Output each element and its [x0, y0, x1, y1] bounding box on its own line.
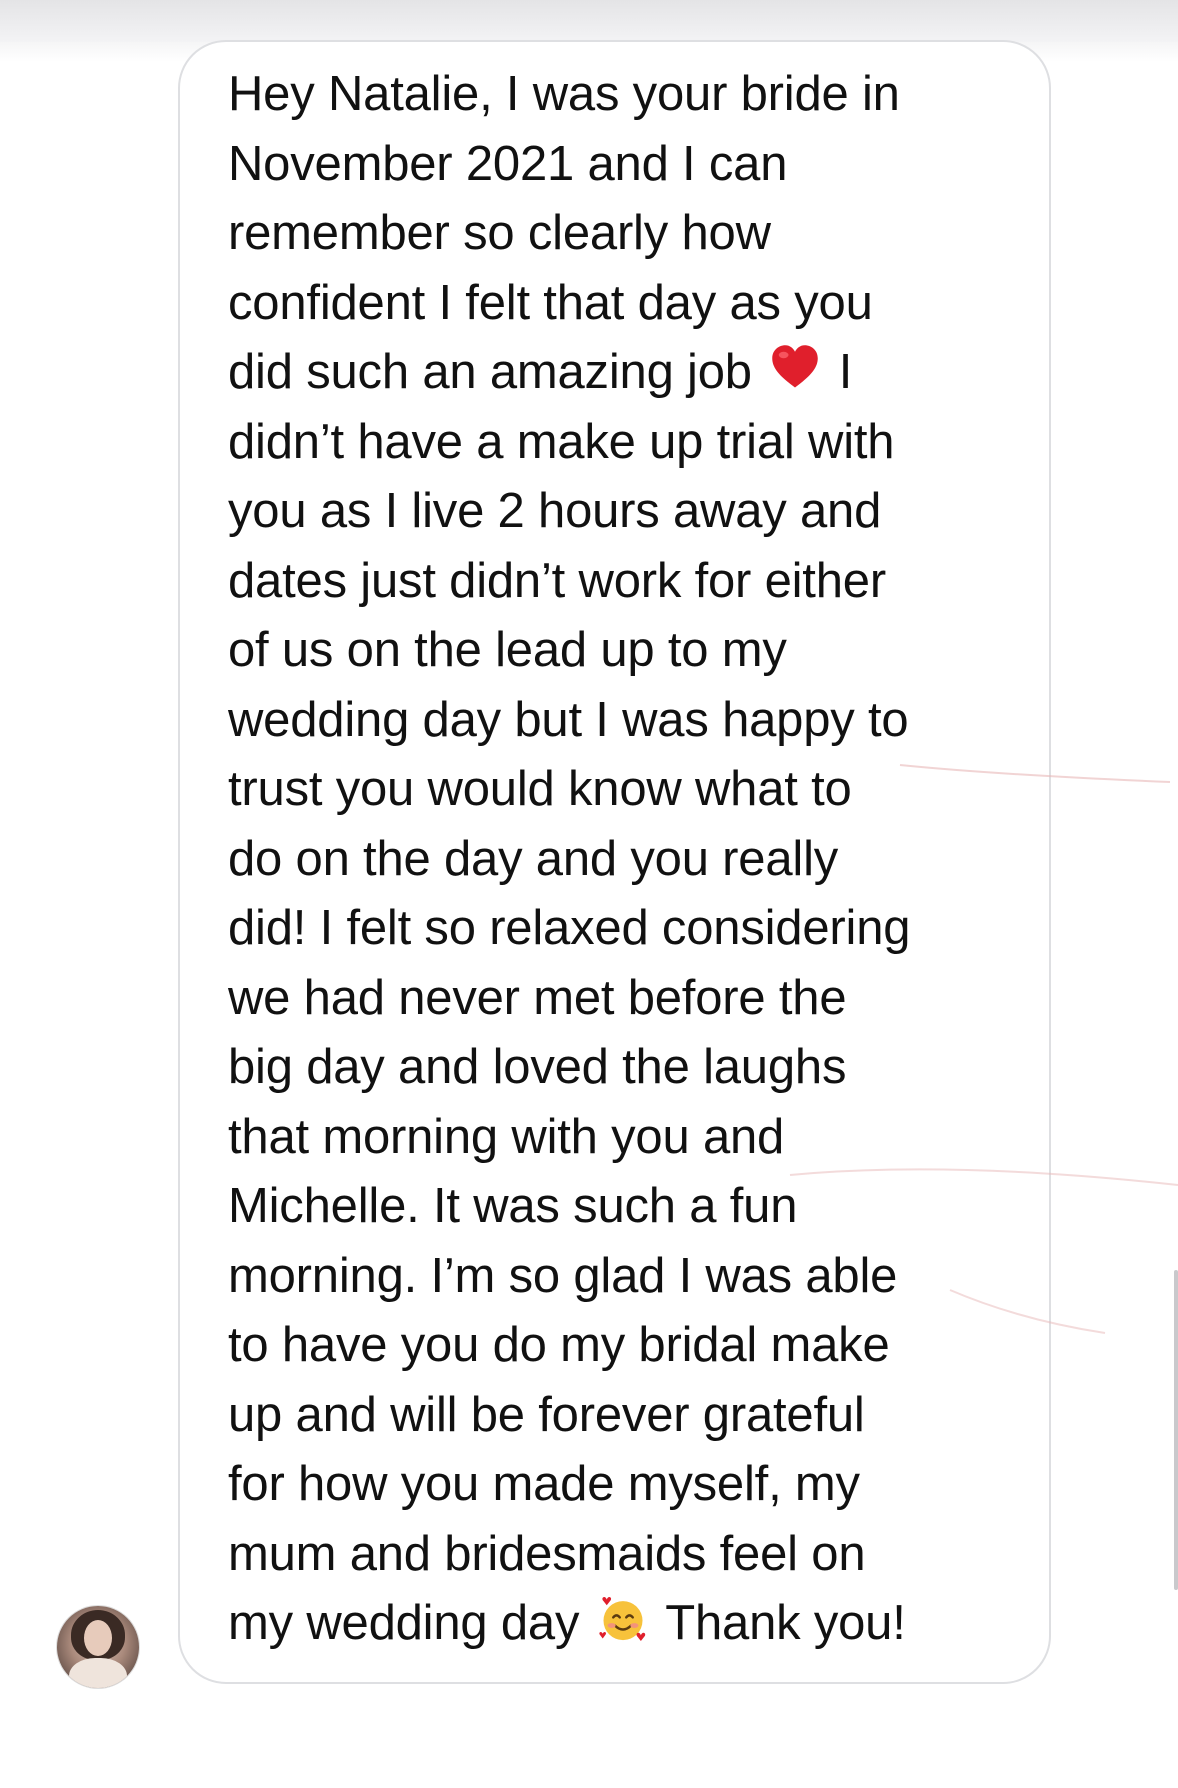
message-line: do on the day and you really	[228, 831, 839, 886]
message-line: Hey Natalie, I was your bride in	[228, 67, 900, 121]
message-line: November 2021 and I can	[228, 136, 788, 191]
message-line: confident I felt that day as you	[228, 275, 873, 330]
red-heart-icon	[772, 345, 819, 388]
message-line: dates just didn’t work for either	[228, 553, 886, 608]
smiling-face-with-hearts-icon	[599, 1597, 645, 1641]
message-line-with-heart: did such an amazing job I	[228, 338, 1028, 408]
message-text: Hey Natalie, I was your bride in Novembe…	[228, 60, 1028, 1659]
message-line-with-smile: my wedding day Thank you!	[228, 1589, 1028, 1659]
message-line: I	[838, 345, 853, 399]
message-line: mum and bridesmaids feel on	[228, 1526, 866, 1581]
message-line: my wedding day	[228, 1596, 580, 1650]
message-line: big day and loved the laughs	[228, 1040, 847, 1094]
message-line: wedding day but I was happy to	[228, 692, 909, 747]
top-bar	[0, 0, 1178, 42]
message-line: you as I live 2 hours away and	[228, 484, 882, 538]
message-line: did such an amazing job	[228, 345, 752, 399]
message-line: of us on the lead up to my	[228, 623, 787, 677]
message-line: that morning with you and	[228, 1109, 785, 1164]
message-line: Thank you!	[665, 1596, 906, 1650]
message-line: trust you would know what to	[228, 762, 852, 816]
message-line: morning. I’m so glad I was able	[228, 1248, 898, 1303]
message-line: we had never met before the	[228, 970, 847, 1025]
message-line: up and will be forever grateful	[228, 1387, 865, 1442]
message-line: for how you made myself, my	[228, 1457, 860, 1511]
message-line: didn’t have a make up trial with	[228, 414, 895, 469]
message-line: did! I felt so relaxed considering	[228, 901, 911, 955]
sender-avatar[interactable]	[57, 1606, 139, 1688]
message-line: remember so clearly how	[228, 206, 771, 260]
message-line: to have you do my bridal make	[228, 1318, 890, 1372]
message-line: Michelle. It was such a fun	[228, 1179, 798, 1233]
scrollbar[interactable]	[1174, 1270, 1178, 1590]
